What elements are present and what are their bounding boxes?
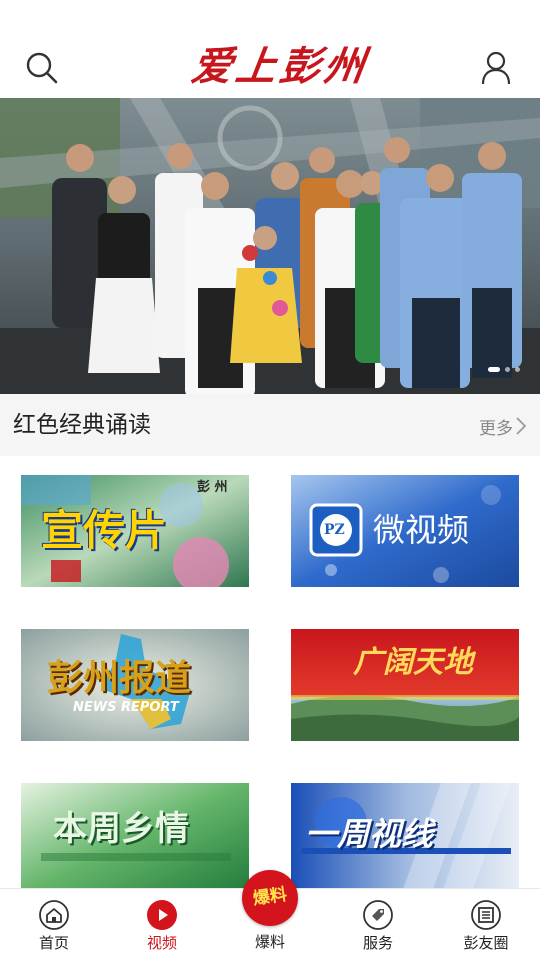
carousel-indicator [488, 366, 520, 372]
nav-item-video[interactable]: 视频 [122, 899, 202, 959]
nav-label: 服务 [362, 934, 393, 952]
home-icon [39, 900, 69, 930]
news-icon [471, 900, 501, 930]
app-screen: 爱上彭州 红色经典诵读 更多 宣传片 彭 州 PZ 微视频 彭州报道 NEWS … [0, 0, 540, 960]
nav-label: 视频 [146, 934, 177, 952]
more-label: 更多 [479, 418, 513, 439]
video-tile-promo[interactable]: 宣传片 彭 州 [21, 475, 249, 587]
chevron-right-icon [516, 417, 526, 435]
nav-item-pengyou-circle[interactable]: 彭友圈 [446, 899, 526, 959]
video-tile-pengzhou-news[interactable]: 彭州报道 NEWS REPORT [21, 629, 249, 741]
play-icon [147, 900, 177, 930]
video-tile-vast-land[interactable]: 广阔天地 [291, 629, 519, 741]
tile-badge: 彭 州 [197, 480, 228, 495]
tile-title: 宣传片 [41, 506, 168, 555]
tag-icon [363, 900, 393, 930]
baoliao-badge-text: 爆料 [251, 884, 289, 910]
nav-item-service[interactable]: 服务 [338, 899, 418, 959]
nav-label: 首页 [38, 934, 69, 952]
banner-image [0, 98, 540, 394]
nav-label: 彭友圈 [463, 934, 509, 952]
section-title: 红色经典诵读 [13, 412, 151, 438]
app-logo-title: 爱上彭州 [188, 43, 372, 90]
banner-carousel[interactable] [0, 98, 540, 394]
video-tile-weekly-vision[interactable]: 一周视线 [291, 783, 519, 895]
section-header: 红色经典诵读 更多 [0, 394, 540, 456]
user-icon[interactable] [480, 50, 512, 86]
tile-badge: PZ [324, 522, 345, 538]
carousel-dot [515, 366, 520, 372]
baoliao-button[interactable]: 爆料 [242, 870, 298, 926]
carousel-dot [505, 366, 510, 372]
more-link[interactable]: 更多 [479, 412, 526, 440]
video-tile-weekly-hometown[interactable]: 本周乡情 [21, 783, 249, 895]
video-tile-micro-video[interactable]: PZ 微视频 [291, 475, 519, 587]
tile-badge: NEWS REPORT [73, 700, 179, 715]
search-icon[interactable] [24, 50, 60, 86]
top-header: 爱上彭州 [0, 0, 540, 98]
nav-label-baoliao: 爆料 [254, 933, 285, 951]
tile-title: 微视频 [373, 511, 470, 549]
tile-title: 彭州报道 [47, 657, 192, 699]
carousel-dot-active [488, 366, 500, 372]
nav-item-home[interactable]: 首页 [14, 899, 94, 959]
tile-title: 一周视线 [305, 815, 434, 853]
tile-title: 广阔天地 [353, 645, 473, 680]
tile-title: 本周乡情 [53, 809, 189, 849]
